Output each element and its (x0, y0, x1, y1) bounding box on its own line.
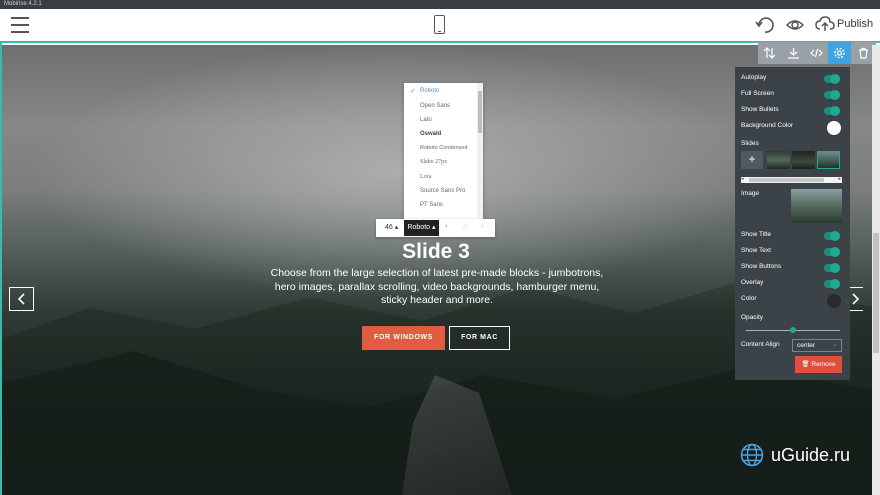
overlay-color-swatch[interactable] (827, 294, 841, 308)
download-icon[interactable] (782, 42, 805, 64)
show-text-label: Show Text (741, 247, 771, 254)
font-dropdown[interactable]: ✓ Roboto Open Sans Lato Oswald Roboto Co… (404, 83, 483, 219)
show-bullets-toggle[interactable] (824, 106, 840, 116)
eye-icon[interactable] (786, 17, 804, 33)
slide-thumbnail[interactable] (767, 151, 790, 169)
chevron-right-icon (852, 293, 860, 305)
full-screen-toggle[interactable] (824, 90, 840, 100)
prev-slide-button[interactable] (9, 287, 34, 311)
font-option[interactable]: Oswald (420, 131, 441, 137)
font-option[interactable]: Open Sans (420, 103, 450, 109)
chevron-down-icon: ⌄ (832, 342, 837, 348)
show-bullets-label: Show Bullets (741, 106, 779, 113)
font-option[interactable]: Roboto Condensed (420, 145, 467, 151)
font-option[interactable]: Lora (420, 174, 431, 180)
show-title-label: Show Title (741, 231, 771, 238)
sort-icon[interactable] (758, 42, 781, 64)
content-align-select[interactable]: center ⌄ (792, 339, 842, 352)
opacity-label: Opacity (741, 314, 764, 321)
overlay-toggle[interactable] (824, 279, 840, 289)
gear-icon[interactable] (828, 42, 851, 64)
slides-label: Slides (741, 140, 759, 147)
slide-thumbnail[interactable] (792, 151, 815, 169)
window-titlebar: Mobirise 4.2.1 (0, 0, 880, 9)
watermark-text: uGuide.ru (771, 445, 851, 465)
opacity-slider-handle[interactable] (790, 327, 796, 333)
show-buttons-label: Show Buttons (741, 263, 782, 270)
chevron-left-icon (17, 293, 25, 305)
undo-icon[interactable] (755, 16, 775, 34)
publish-button[interactable]: Publish (837, 18, 873, 30)
slide-image-thumbnail[interactable] (791, 189, 842, 223)
background-color-label: Background Color (741, 122, 794, 129)
trash-icon: 🗑 (801, 361, 810, 368)
block-tools (758, 42, 876, 64)
font-size-value: 46 (385, 224, 393, 231)
add-slide-button[interactable]: + (741, 151, 763, 169)
window-title: Mobirise 4.2.1 (4, 1, 42, 7)
text-color-icon[interactable]: ◐ (445, 223, 449, 230)
font-option[interactable]: Slabo 27px (420, 159, 447, 165)
show-text-toggle[interactable] (824, 247, 840, 257)
dropdown-scrollbar[interactable] (477, 83, 483, 219)
autoplay-label: Autoplay (741, 74, 767, 81)
show-title-toggle[interactable] (824, 231, 840, 241)
font-size-select[interactable]: 46 ▴ (385, 223, 398, 231)
remove-label: Remove (811, 361, 836, 368)
cloud-upload-icon[interactable] (815, 15, 835, 33)
color-label: Color (741, 295, 757, 302)
slide-thumbnail-active[interactable] (817, 151, 840, 169)
page-scrollbar-thumb[interactable] (873, 233, 879, 353)
text-format-toolbar: 46 ▴ Roboto ▴ ◐ ⌂ ‹ (376, 219, 495, 237)
font-option[interactable]: Source Sans Pro (420, 188, 465, 194)
chevron-left-icon[interactable]: ‹ (481, 223, 483, 230)
font-option[interactable]: Lato (420, 117, 432, 123)
phone-icon[interactable] (434, 15, 445, 34)
globe-icon (740, 443, 764, 467)
slider-settings-panel: Autoplay Full Screen Show Bullets Backgr… (735, 67, 850, 380)
font-option[interactable]: PT Sans (420, 202, 443, 208)
background-color-swatch[interactable] (827, 121, 841, 135)
check-icon: ✓ (410, 88, 416, 95)
content-align-label: Content Align (741, 341, 780, 348)
content-align-value: center (797, 342, 816, 349)
page-scrollbar[interactable] (872, 45, 880, 495)
slides-scrollbar[interactable]: ◂ ▸ (741, 176, 842, 183)
font-family-select[interactable]: Roboto ▴ (404, 220, 439, 236)
overlay-label: Overlay (741, 279, 764, 286)
remove-button[interactable]: 🗑 Remove (795, 356, 842, 373)
for-windows-button[interactable]: FOR WINDOWS (362, 326, 445, 350)
font-family-value: Roboto (407, 224, 431, 231)
top-toolbar: Publish (0, 9, 880, 43)
hamburger-icon[interactable] (11, 17, 29, 33)
link-icon[interactable]: ⌂ (463, 223, 467, 230)
slide-text[interactable]: Choose from the large selection of lates… (264, 267, 610, 308)
show-buttons-toggle[interactable] (824, 263, 840, 273)
full-screen-label: Full Screen (741, 90, 774, 97)
autoplay-toggle[interactable] (824, 74, 840, 84)
font-option[interactable]: Roboto (420, 88, 439, 94)
image-label: Image (741, 190, 760, 197)
for-mac-button[interactable]: FOR MAC (449, 326, 510, 350)
code-icon[interactable] (805, 42, 828, 64)
